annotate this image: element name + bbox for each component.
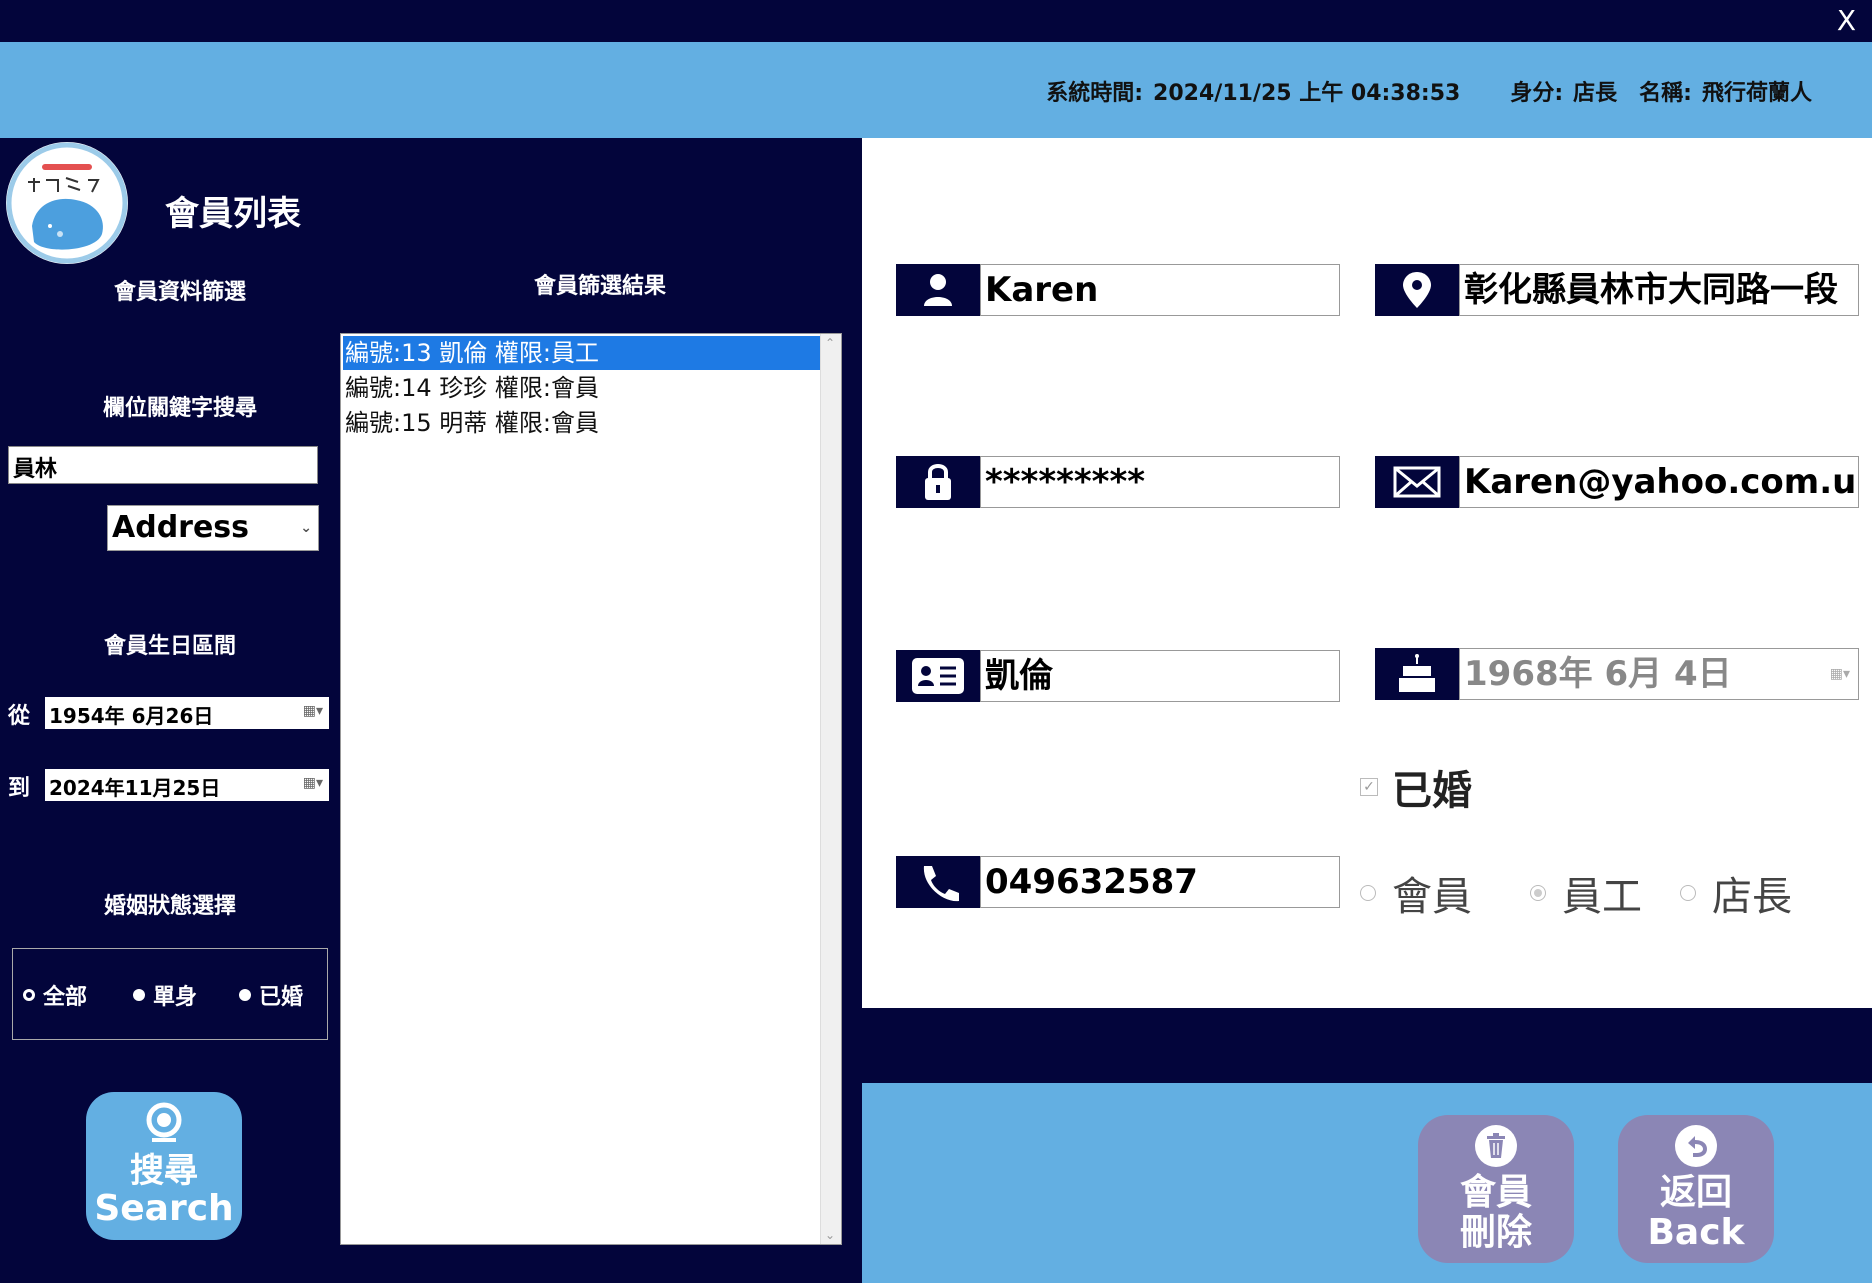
results-section-title: 會員篩選結果 <box>533 274 666 299</box>
keyword-input[interactable]: 員林 <box>8 446 318 484</box>
birthday-date-picker[interactable]: 1968年 6月 4日 ▦▾ <box>1459 648 1859 700</box>
marital-radio-label: 已婚 <box>259 985 304 1010</box>
to-date-value: 2024年11月25日 <box>49 776 221 800</box>
header-info: 系統時間: 2024/11/25 上午 04:38:53 身分: 店長 名稱: … <box>1046 75 1812 107</box>
birthday-cake-icon <box>1375 648 1459 700</box>
lock-icon <box>896 456 980 508</box>
user-name-value: 飛行荷蘭人 <box>1701 81 1812 106</box>
list-item[interactable]: 編號:15 明蒂 權限:會員 <box>343 406 821 440</box>
chevron-down-icon: ⌄ <box>300 520 312 536</box>
marital-radio-married[interactable]: 已婚 <box>239 979 303 1011</box>
from-date-picker[interactable]: 1954年 6月26日 ▦▾ <box>45 697 329 729</box>
delete-label-line1: 會員 <box>1459 1172 1532 1213</box>
role-radio-staff[interactable]: 員工 <box>1530 864 1642 922</box>
back-label-line1: 返回 <box>1659 1172 1732 1213</box>
marital-status-title: 婚姻狀態選擇 <box>103 894 236 919</box>
header-bar: 系統時間: 2024/11/25 上午 04:38:53 身分: 店長 名稱: … <box>0 42 1872 138</box>
back-button[interactable]: 返回 Back <box>1618 1115 1774 1263</box>
phone-input[interactable]: 049632587 <box>980 856 1340 908</box>
real-name-input[interactable]: 凱倫 <box>980 650 1340 702</box>
radio-selected-icon <box>23 989 35 1001</box>
system-time-value: 2024/11/25 上午 04:38:53 <box>1153 81 1461 106</box>
title-bar <box>0 0 1872 42</box>
search-icon <box>86 1100 242 1153</box>
action-panel: 會員 刪除 返回 Back <box>862 1083 1872 1283</box>
email-input[interactable]: Karen@yahoo.com.us <box>1459 456 1859 508</box>
phone-icon <box>896 856 980 908</box>
username-input[interactable]: Karen <box>980 264 1340 316</box>
to-date-picker[interactable]: 2024年11月25日 ▦▾ <box>45 769 329 801</box>
field-select-value: Address <box>112 510 250 545</box>
marital-status-group: 全部 單身 已婚 <box>12 948 328 1040</box>
filter-section-title: 會員資料篩選 <box>113 280 246 305</box>
list-item[interactable]: 編號:14 珍珍 權限:會員 <box>343 371 821 405</box>
password-input[interactable]: ********* <box>980 456 1340 508</box>
search-label-en: Search <box>94 1188 234 1229</box>
page-title: 會員列表 <box>165 194 301 234</box>
scrollbar[interactable]: ⌃ ⌄ <box>820 334 841 1244</box>
scroll-down-icon[interactable]: ⌄ <box>825 1228 835 1242</box>
undo-arrow-icon <box>1618 1123 1774 1173</box>
close-button[interactable]: X <box>1837 4 1856 37</box>
married-checkbox[interactable]: ✓ 已婚 <box>1360 758 1472 816</box>
keyword-search-title: 欄位關鍵字搜尋 <box>102 396 257 421</box>
search-label-zh: 搜尋 <box>130 1151 198 1191</box>
role-radio-label: 員工 <box>1562 874 1642 920</box>
checkbox-checked-icon: ✓ <box>1360 778 1378 796</box>
to-label: 到 <box>8 776 31 801</box>
user-name-label: 名稱: <box>1639 81 1692 106</box>
search-button[interactable]: 搜尋 Search <box>86 1092 242 1240</box>
radio-icon <box>1680 885 1696 901</box>
role-radio-member[interactable]: 會員 <box>1360 864 1472 922</box>
delete-label-line2: 刪除 <box>1459 1212 1532 1253</box>
role-radio-manager[interactable]: 店長 <box>1680 864 1792 922</box>
marital-radio-label: 全部 <box>43 985 88 1010</box>
scroll-up-icon[interactable]: ⌃ <box>825 336 835 350</box>
calendar-dropdown-icon[interactable]: ▦▾ <box>303 703 323 719</box>
from-label: 從 <box>8 704 31 729</box>
system-time-label: 系統時間: <box>1046 81 1144 106</box>
address-input[interactable]: 彰化縣員林市大同路一段 <box>1459 264 1859 316</box>
birthday-value: 1968年 6月 4日 <box>1464 654 1732 694</box>
role-value: 店長 <box>1573 81 1618 106</box>
delete-member-button[interactable]: 會員 刪除 <box>1418 1115 1574 1263</box>
role-label: 身分: <box>1510 81 1564 106</box>
back-label-line2: Back <box>1647 1212 1745 1253</box>
from-date-value: 1954年 6月26日 <box>49 704 214 728</box>
married-label: 已婚 <box>1392 768 1472 814</box>
user-icon <box>896 264 980 316</box>
trash-icon <box>1418 1123 1574 1173</box>
marital-radio-label: 單身 <box>153 985 198 1010</box>
radio-icon <box>133 989 145 1001</box>
mail-icon <box>1375 456 1459 508</box>
radio-icon <box>239 989 251 1001</box>
list-item[interactable]: 編號:13 凱倫 權限:員工 <box>343 336 821 370</box>
marital-radio-single[interactable]: 單身 <box>133 979 197 1011</box>
role-radio-label: 店長 <box>1712 874 1792 920</box>
location-pin-icon <box>1375 264 1459 316</box>
calendar-dropdown-icon[interactable]: ▦▾ <box>1830 649 1850 699</box>
id-card-icon <box>896 650 980 702</box>
calendar-dropdown-icon[interactable]: ▦▾ <box>303 775 323 791</box>
marital-radio-all[interactable]: 全部 <box>23 979 87 1011</box>
results-list[interactable]: 編號:13 凱倫 權限:員工 編號:14 珍珍 權限:會員 編號:15 明蒂 權… <box>340 333 842 1245</box>
radio-icon <box>1360 885 1376 901</box>
role-radio-label: 會員 <box>1392 874 1472 920</box>
member-detail-panel: Karen 彰化縣員林市大同路一段 ********* Karen@yahoo.… <box>862 138 1872 1008</box>
radio-selected-icon <box>1530 885 1546 901</box>
field-select-dropdown[interactable]: Address ⌄ <box>107 505 319 551</box>
birthday-range-title: 會員生日區間 <box>103 634 236 659</box>
store-logo <box>6 142 128 264</box>
